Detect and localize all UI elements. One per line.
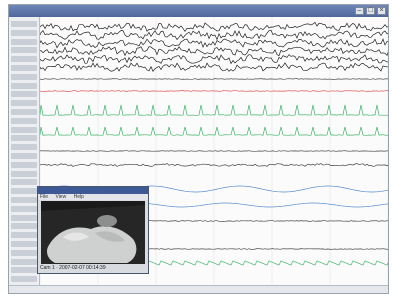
eeg-trace [39,62,388,72]
channel-label[interactable] [11,38,37,45]
title-bar: – □ × [9,5,388,17]
channel-label[interactable] [11,249,37,256]
channel-label[interactable] [11,197,37,203]
channel-label[interactable] [11,73,37,80]
video-window-title-bar[interactable] [38,187,148,194]
maximize-icon[interactable]: □ [366,7,375,15]
eeg-trace [39,54,388,65]
channel-label[interactable] [11,117,37,124]
channel-label[interactable] [11,258,37,265]
eeg-trace [39,38,388,49]
channel-label[interactable] [11,144,37,151]
video-window[interactable]: File View Help Cam 1 · 2007-02-07 00:14:… [37,186,149,274]
ekg-trace-2 [39,126,388,136]
channel-label[interactable] [11,241,37,247]
channel-label[interactable] [11,170,37,177]
emg-chin-trace [39,90,388,92]
channel-label[interactable] [11,214,37,221]
channel-label[interactable] [11,276,37,283]
channel-label[interactable] [11,223,37,230]
eeg-trace [39,29,388,41]
patient-video-image [41,201,145,264]
eog-trace [39,78,388,80]
channel-label[interactable] [11,153,37,159]
eeg-trace [39,21,388,33]
channel-label[interactable] [11,29,37,36]
channel-label[interactable] [11,188,37,195]
channel-label[interactable] [11,232,37,239]
close-icon[interactable]: × [377,7,386,15]
channel-label[interactable] [11,56,37,63]
channel-label[interactable] [11,179,37,186]
video-frame [41,201,145,264]
channel-label[interactable] [11,21,37,27]
channel-label[interactable] [11,82,37,89]
channel-label[interactable] [11,65,37,71]
minimize-icon[interactable]: – [355,7,364,15]
video-status-text: Cam 1 · 2007-02-07 00:14:39 [40,265,106,271]
channel-label[interactable] [11,135,37,142]
video-menu-view[interactable]: View [55,194,66,200]
eeg-trace [39,46,388,57]
channel-label[interactable] [11,100,37,107]
channel-label-strip [9,17,40,285]
video-menu-help[interactable]: Help [74,194,84,200]
channel-label[interactable] [11,267,37,274]
channel-label[interactable] [11,47,37,54]
limb-trace [39,150,388,152]
time-scale-bar[interactable] [9,285,388,293]
snore-trace [39,162,388,167]
channel-label[interactable] [11,161,37,168]
channel-label[interactable] [11,126,37,133]
channel-label[interactable] [11,205,37,212]
ekg-trace-1 [39,104,388,116]
video-menu-file[interactable]: File [40,194,48,200]
channel-label[interactable] [11,109,37,115]
channel-label[interactable] [11,91,37,98]
video-menu-bar: File View Help [38,194,148,200]
